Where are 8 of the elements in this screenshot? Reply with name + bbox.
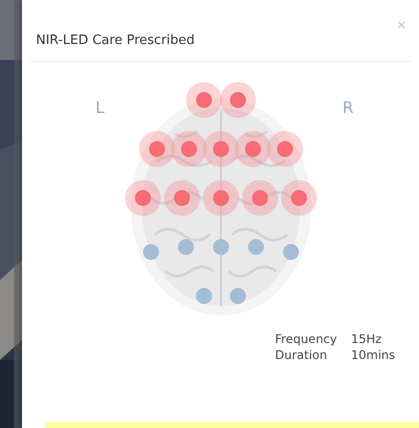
setting-label: Frequency (275, 332, 337, 346)
right-label: R (342, 98, 354, 117)
setting-label: Duration (275, 348, 328, 362)
dialog-title: NIR-LED Care Prescribed (36, 33, 195, 48)
left-label: L (96, 98, 104, 117)
setting-value: 10mins (351, 348, 396, 362)
setting-value: 15Hz (351, 332, 383, 346)
close-button[interactable]: × (392, 18, 411, 33)
